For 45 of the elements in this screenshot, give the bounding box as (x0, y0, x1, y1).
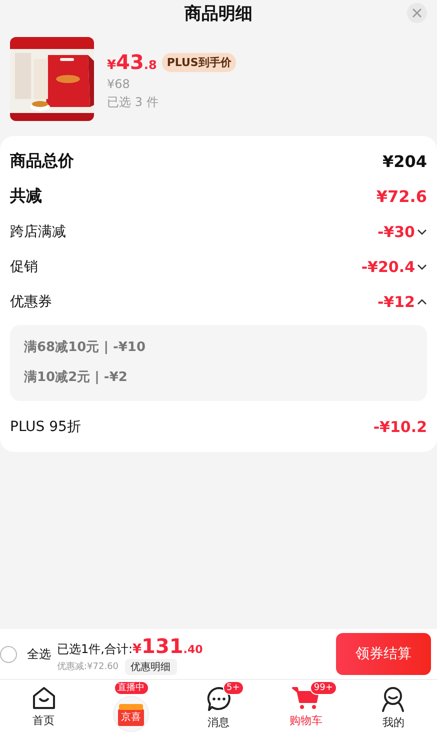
cost-amount: -¥20.4 (361, 258, 415, 276)
tab-bar-item[interactable]: 首页 (12, 680, 75, 746)
live-shopping-logo[interactable]: 京喜 (113, 696, 150, 732)
cost-amount: -¥10.2 (373, 418, 427, 436)
tab-bar-item[interactable]: 消息 5+ (188, 680, 250, 746)
sheet-title: 商品明细 (184, 2, 252, 24)
tab-label: 消息 (208, 715, 230, 730)
coupon-detail-text: 满10减2元 | -¥2 (24, 369, 128, 387)
discount-total: 优惠减:¥72.60 (57, 660, 119, 673)
order-total: 已选1件,合计:¥131.40 (57, 634, 204, 658)
plus-price-tag: PLUS到手价 (162, 52, 236, 72)
select-all-label: 全选 (27, 646, 51, 662)
cost-label: 优惠券 (10, 292, 52, 310)
cost-label: 商品总价 (10, 151, 74, 172)
cost-label: 跨店满减 (10, 222, 66, 240)
checkout-button[interactable]: 领券结算 (336, 633, 431, 675)
cost-label: 共减 (10, 186, 42, 207)
chevron-down-icon[interactable] (417, 262, 427, 272)
home-icon (30, 686, 57, 710)
close-button[interactable] (407, 3, 427, 23)
chevron-up-icon[interactable] (417, 296, 427, 306)
cost-amount: -¥12 (377, 292, 415, 310)
count-badge: 5+ (222, 681, 244, 695)
cost-label: 促销 (10, 258, 38, 276)
select-all-checkbox[interactable] (0, 646, 17, 662)
close-icon (412, 8, 422, 18)
count-badge: 99+ (310, 681, 337, 695)
cost-amount: -¥30 (377, 222, 415, 240)
sale-price: ¥43.8 (107, 50, 157, 74)
cost-amount: ¥72.6 (376, 187, 427, 206)
person-icon (380, 686, 406, 712)
discount-details-button[interactable]: 优惠明细 (124, 658, 177, 674)
chevron-down-icon[interactable] (417, 226, 427, 236)
cost-amount: ¥204 (382, 152, 427, 171)
tab-bar-item[interactable]: 直播中 京喜 (100, 680, 162, 746)
selected-quantity: 已选 3 件 (107, 94, 160, 111)
tab-label: 购物车 (289, 713, 322, 728)
tab-label: 首页 (32, 713, 55, 728)
coupon-detail-text: 满68减10元 | -¥10 (24, 339, 147, 357)
tab-bar-item[interactable]: 我的 (362, 680, 424, 746)
cost-label: PLUS 95折 (10, 418, 81, 436)
tab-bar-item[interactable]: 购物车 99+ (274, 680, 337, 746)
original-price: ¥68 (107, 77, 131, 91)
live-badge: 直播中 (114, 681, 149, 695)
tab-label: 我的 (382, 715, 404, 730)
